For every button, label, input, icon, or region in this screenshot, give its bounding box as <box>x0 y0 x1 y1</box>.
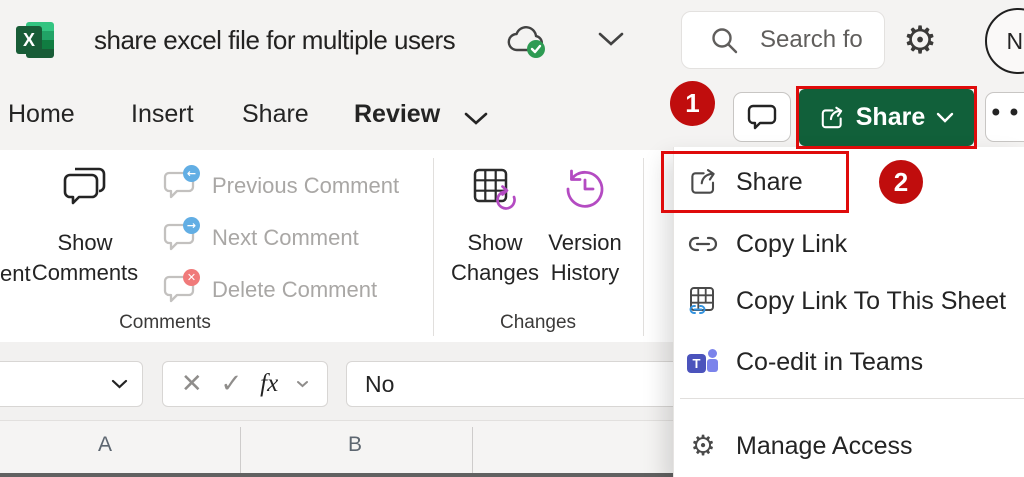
menu-item-copy-link-sheet[interactable]: Copy Link To This Sheet <box>674 277 1024 325</box>
delete-badge-icon: ✕ <box>183 269 200 286</box>
group-divider <box>433 158 434 336</box>
ribbon-display-chevron-icon[interactable] <box>464 112 488 131</box>
column-header-b[interactable]: B <box>348 433 362 457</box>
share-dropdown-menu: Share Copy Link Copy Link To This Sheet <box>673 147 1024 477</box>
tab-review[interactable]: Review <box>354 100 440 129</box>
menu-item-manage-access-label: Manage Access <box>736 432 913 461</box>
version-history-label-line1: Version <box>548 228 621 258</box>
saved-to-cloud-icon[interactable] <box>506 24 548 65</box>
search-box[interactable]: Search fo <box>681 11 885 69</box>
formula-value: No <box>365 371 394 398</box>
show-comments-button[interactable]: Show Comments <box>20 166 150 288</box>
share-dropdown-chevron-icon <box>936 112 954 123</box>
column-header-a[interactable]: A <box>98 433 112 457</box>
menu-item-coedit-teams[interactable]: T Co-edit in Teams <box>674 338 1024 386</box>
annotation-step-1-badge: 1 <box>670 81 715 126</box>
menu-item-manage-access[interactable]: ⚙ Manage Access <box>674 422 1024 470</box>
sheet-link-icon <box>686 285 720 317</box>
search-icon <box>710 26 738 54</box>
teams-body-shape <box>707 359 718 372</box>
version-history-icon <box>562 166 608 212</box>
share-icon <box>819 105 845 131</box>
previous-comment-label: Previous Comment <box>212 173 399 199</box>
share-button[interactable]: Share <box>799 89 974 146</box>
show-comments-label-line2: Comments <box>32 258 138 288</box>
comment-bubble-icon <box>747 104 777 130</box>
cancel-entry-icon[interactable]: ✕ <box>181 369 203 399</box>
version-history-label-line2: History <box>551 258 619 288</box>
excel-logo-x: X <box>16 26 42 54</box>
menu-item-coedit-teams-label: Co-edit in Teams <box>736 348 923 377</box>
annotation-step-2-number: 2 <box>894 167 908 198</box>
show-changes-label-line2: Changes <box>451 258 539 288</box>
manage-access-gear-icon: ⚙ <box>686 431 720 461</box>
teams-icon: T <box>686 347 720 377</box>
menu-item-copy-link-sheet-label: Copy Link To This Sheet <box>736 287 1006 316</box>
delete-comment-icon: ✕ <box>162 273 198 307</box>
avatar-initials: NI <box>1007 28 1024 55</box>
column-divider <box>472 427 473 473</box>
annotation-step-2-badge: 2 <box>879 160 923 204</box>
tab-share[interactable]: Share <box>242 100 309 129</box>
excel-logo-icon[interactable]: X <box>16 20 56 60</box>
column-divider <box>240 427 241 473</box>
name-box[interactable] <box>0 361 143 407</box>
link-icon <box>686 233 720 255</box>
menu-divider <box>680 398 1024 399</box>
show-comments-label-line1: Show <box>57 228 112 258</box>
settings-gear-icon[interactable]: ⚙ <box>903 18 937 62</box>
more-options-button[interactable]: ••• <box>985 92 1024 142</box>
group-divider <box>643 158 644 336</box>
comments-pane-button[interactable] <box>733 92 791 142</box>
delete-comment-label: Delete Comment <box>212 277 377 303</box>
previous-comment-icon: ← <box>162 169 198 203</box>
tab-insert[interactable]: Insert <box>131 100 194 129</box>
show-changes-button[interactable]: Show Changes <box>447 166 543 288</box>
next-comment-icon: → <box>162 221 198 255</box>
teams-head-shape <box>708 349 717 358</box>
search-placeholder: Search fo <box>760 26 863 54</box>
comments-group-label: Comments <box>95 312 235 334</box>
menu-item-copy-link-label: Copy Link <box>736 230 847 259</box>
annotation-step-1-number: 1 <box>685 88 699 119</box>
insert-function-button[interactable]: fx <box>260 370 278 398</box>
confirm-entry-icon[interactable]: ✓ <box>221 369 243 399</box>
teams-t-letter: T <box>687 354 706 373</box>
previous-comment-button[interactable]: ← Previous Comment <box>162 166 399 206</box>
menu-item-share[interactable]: Share <box>674 158 1024 206</box>
version-history-button[interactable]: Version History <box>537 166 633 288</box>
next-comment-label: Next Comment <box>212 225 359 251</box>
menu-item-share-label: Share <box>736 168 803 197</box>
changes-group-label: Changes <box>468 312 608 334</box>
tab-home[interactable]: Home <box>8 100 75 129</box>
document-title[interactable]: share excel file for multiple users <box>94 25 455 56</box>
share-button-label: Share <box>856 103 925 132</box>
excel-web-window: X share excel file for multiple users Se… <box>0 0 1024 477</box>
function-chevron-icon[interactable] <box>296 380 309 388</box>
next-comment-button[interactable]: → Next Comment <box>162 218 359 258</box>
name-box-chevron-icon <box>111 379 128 389</box>
show-changes-label-line1: Show <box>467 228 522 258</box>
title-dropdown-chevron-icon[interactable] <box>598 32 624 52</box>
account-avatar[interactable]: NI <box>985 8 1024 74</box>
delete-comment-button[interactable]: ✕ Delete Comment <box>162 270 377 310</box>
arrow-right-badge-icon: → <box>183 217 200 234</box>
arrow-left-badge-icon: ← <box>183 165 200 182</box>
show-changes-icon <box>472 166 518 212</box>
top-bar: X share excel file for multiple users Se… <box>0 0 1024 82</box>
formula-controls: ✕ ✓ fx <box>162 361 328 407</box>
share-icon <box>686 167 720 197</box>
show-comments-icon <box>59 166 111 212</box>
menu-item-copy-link[interactable]: Copy Link <box>674 220 1024 268</box>
